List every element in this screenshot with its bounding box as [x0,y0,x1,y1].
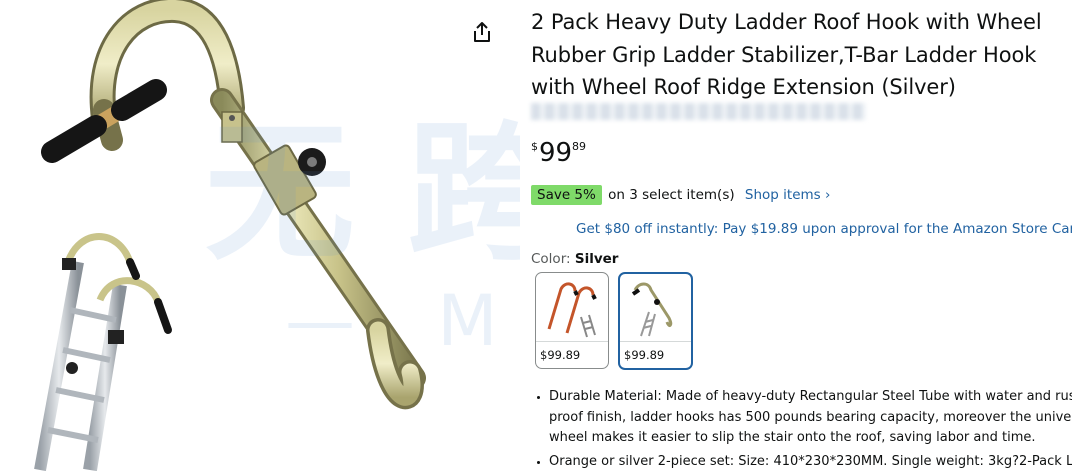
price-fraction: 89 [572,140,586,153]
save-badge: Save 5% [531,185,602,205]
ladder-hook-image [34,0,426,471]
bullet-item: Orange or silver 2-piece set: Size: 410*… [549,452,1072,473]
promo-row: Save 5% on 3 select item(s) Shop items › [531,184,830,206]
product-title: 2 Pack Heavy Duty Ladder Roof Hook with … [531,10,1042,99]
color-selector-label: Color: Silver [531,249,618,269]
color-label: Color: [531,251,571,267]
color-selected: Silver [574,251,619,267]
orange-hook-thumbnail [547,282,597,338]
color-option-silver[interactable]: $99.89 [618,272,693,370]
shop-items-link[interactable]: Shop items › [745,187,830,203]
bullet-item: Durable Material: Made of heavy-duty Rec… [549,387,1072,449]
color-option-orange[interactable]: $99.89 [535,272,609,369]
share-icon[interactable] [470,20,494,44]
price-whole: 99 [539,138,573,168]
product-image[interactable]: 无 跨 境 — M · R S — [0,0,520,471]
color-option-silver-price: $99.89 [620,341,691,368]
ladder-inset [34,233,172,471]
color-option-orange-price: $99.89 [536,341,608,368]
silver-hook-thumbnail [631,282,673,337]
price-symbol: $ [531,140,538,153]
feature-bullets: Durable Material: Made of heavy-duty Rec… [531,387,1072,475]
rating-blurred [531,103,866,120]
store-card-offer-link[interactable]: Get $80 off instantly: Pay $19.89 upon a… [576,219,1072,239]
promo-text: on 3 select item(s) [608,187,735,203]
